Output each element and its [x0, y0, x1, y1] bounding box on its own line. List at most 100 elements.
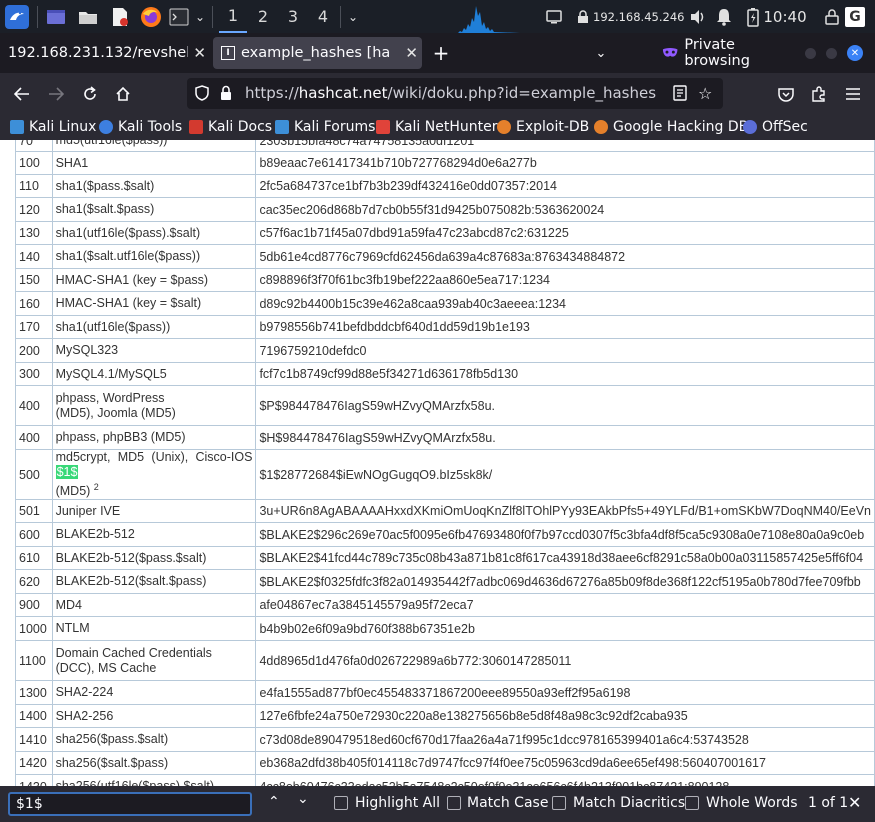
bookmark-kali-docs[interactable]: Kali Docs	[189, 117, 272, 137]
hash-name: NTLM	[51, 616, 257, 642]
hash-example: 5db61e4cd8776c7969cfd62456da639a4c87683a…	[255, 244, 875, 269]
private-browsing-indicator: Private browsing	[662, 37, 794, 69]
reload-icon[interactable]	[77, 81, 103, 107]
bookmark-google-hacking-db[interactable]: Google Hacking DB	[594, 117, 748, 137]
lock-screen-icon[interactable]	[822, 0, 842, 33]
hash-example: 4dd8965d1d476fa0d026722989a6b772:3060147…	[255, 640, 875, 682]
bookmark-kali-nethunter[interactable]: Kali NetHunter	[376, 117, 497, 137]
table-row: 110 sha1($pass.$salt) 2fc5a684737ce1bf7b3b…	[15, 174, 875, 198]
bookmark-kali-linux[interactable]: Kali Linux	[10, 117, 96, 137]
close-icon[interactable]: ✕	[405, 44, 418, 62]
chevron-down-icon[interactable]: ⌄	[345, 0, 361, 33]
volume-icon[interactable]	[687, 0, 709, 33]
table-row: 400 phpass, WordPress (MD5), Joomla (MD5)…	[15, 385, 875, 426]
battery-icon[interactable]	[743, 0, 763, 33]
top-panel: ⌄ 1 2 3 4 ⌄ 192.168.45.246 10:40 G	[0, 0, 875, 33]
forward-arrow-icon[interactable]	[43, 81, 69, 107]
tab-example-hashes[interactable]: I example_hashes [hashcat wiki] ✕	[213, 37, 422, 69]
back-arrow-icon[interactable]	[9, 81, 35, 107]
table-row: 500 md5crypt, MD5 (Unix), Cisco-IOS $1$ …	[15, 448, 875, 501]
hash-mode: 150	[15, 268, 53, 292]
workspace-3[interactable]: 3	[279, 0, 307, 33]
hash-example: $BLAKE2$296c269e70ac5f0095e6fb47693480f0…	[255, 522, 875, 548]
workspace-2[interactable]: 2	[249, 0, 277, 33]
hash-mode: 130	[15, 221, 53, 245]
hash-mode: 160	[15, 291, 53, 316]
firefox-icon[interactable]	[138, 0, 164, 33]
footnote-link[interactable]: 2	[94, 482, 99, 492]
text-editor-icon[interactable]	[108, 0, 132, 33]
match-diacritics-checkbox[interactable]	[552, 796, 566, 810]
home-icon[interactable]	[110, 81, 136, 107]
url-bar[interactable]: https://hashcat.net/wiki/doku.php?id=exa…	[187, 78, 723, 109]
hash-example: c898896f3f70f61bc3fb19bef222aa860e5ea717…	[255, 268, 875, 292]
hash-example: e4fa1555ad877bf0ec455483371867200eee8955…	[255, 680, 875, 706]
hash-mode: 1430	[15, 774, 53, 786]
chevron-down-icon[interactable]: ⌄	[192, 0, 208, 33]
url-text[interactable]: https://hashcat.net/wiki/doku.php?id=exa…	[245, 84, 656, 102]
hash-name-line: md5crypt, MD5 (Unix), Cisco-IOS $1$	[55, 450, 253, 479]
hash-name: sha1($salt.utf16le($pass))	[51, 244, 257, 269]
find-bar: ⌃ ⌄ Highlight All Match Case Match Diacr…	[0, 786, 875, 822]
show-desktop-icon[interactable]	[44, 0, 68, 33]
hash-example: afe04867ec7a3845145579a95f72eca7	[255, 593, 875, 618]
url-prefix: https://	[245, 84, 299, 102]
bookmark-star-icon[interactable]: ☆	[698, 84, 712, 103]
power-menu[interactable]: G	[845, 0, 875, 33]
workspace-4[interactable]: 4	[309, 0, 337, 33]
match-case-label[interactable]: Match Case	[467, 795, 548, 811]
lock-icon[interactable]	[220, 85, 232, 105]
hash-name: sha256($salt.$pass)	[51, 751, 257, 776]
bookmark-kali-tools[interactable]: Kali Tools	[99, 117, 182, 137]
close-find-bar-icon[interactable]: ✕	[848, 793, 861, 812]
whole-words-label[interactable]: Whole Words	[706, 795, 798, 811]
hash-mode: 1000	[15, 616, 53, 642]
workspace-1[interactable]: 1	[219, 0, 247, 33]
maximize-button[interactable]	[824, 37, 838, 69]
highlight-all-checkbox[interactable]	[334, 796, 348, 810]
bookmark-exploit-db[interactable]: Exploit-DB	[497, 117, 589, 137]
whole-words-checkbox[interactable]	[685, 796, 699, 810]
highlight-all-label[interactable]: Highlight All	[355, 795, 440, 811]
hash-mode: 200	[15, 338, 53, 363]
hash-name: MD4	[51, 593, 257, 618]
table-row: 1430 sha256(utf16le($pass).$salt) 4cc8eb…	[15, 774, 875, 786]
notification-bell-icon[interactable]	[713, 0, 735, 33]
hash-mode: 300	[15, 362, 53, 386]
find-next-chevron-icon[interactable]: ⌄	[297, 791, 309, 807]
table-row: 130 sha1(utf16le($pass).$salt) c57f6ac1b71…	[15, 221, 875, 245]
tab-revshell[interactable]: 192.168.231.132/revshell.php ✕	[2, 37, 210, 69]
reader-view-icon[interactable]	[673, 85, 687, 105]
hamburger-menu-icon[interactable]	[840, 81, 866, 107]
hash-example: $BLAKE2$f0325fdfc3f82a014935442f7adbc069…	[255, 569, 875, 595]
hash-name: sha256($pass.$salt)	[51, 727, 257, 753]
hash-name: Domain Cached Credentials (DCC), MS Cach…	[51, 640, 257, 682]
find-input[interactable]	[8, 792, 252, 816]
match-case-checkbox[interactable]	[447, 796, 461, 810]
list-all-tabs-chevron-icon[interactable]: ⌄	[588, 37, 614, 69]
bookmark-kali-forums[interactable]: Kali Forums	[275, 117, 375, 137]
window-close-button[interactable]: ✕	[845, 37, 865, 69]
extensions-puzzle-icon[interactable]	[806, 81, 832, 107]
match-diacritics-label[interactable]: Match Diacritics	[573, 795, 685, 811]
shield-icon[interactable]	[195, 85, 209, 105]
file-manager-icon[interactable]	[76, 0, 100, 33]
hash-mode: 900	[15, 593, 53, 618]
hash-mode: 110	[15, 174, 53, 198]
table-row: 1000 NTLM b4b9b02e6f09a9bd760f388b67351e2b	[15, 616, 875, 642]
close-icon[interactable]: ✕	[193, 44, 206, 62]
bookmark-offsec[interactable]: OffSec	[743, 117, 808, 137]
minimize-button[interactable]	[803, 37, 817, 69]
screen-icon[interactable]	[545, 0, 563, 33]
pocket-icon[interactable]	[773, 81, 799, 107]
hash-mode: 1410	[15, 727, 53, 753]
hash-example: b9798556b741befdbddcbf640d1dd59d19b1e193	[255, 315, 875, 339]
clock[interactable]: 10:40	[763, 0, 806, 33]
hash-mode: 120	[15, 197, 53, 222]
kali-tools-icon	[99, 120, 113, 134]
find-previous-chevron-icon[interactable]: ⌃	[268, 794, 280, 810]
new-tab-plus-icon[interactable]: +	[428, 37, 454, 69]
terminal-icon[interactable]	[167, 0, 191, 33]
kali-menu-icon[interactable]	[2, 0, 32, 33]
hash-name: phpass, WordPress (MD5), Joomla (MD5)	[51, 385, 257, 426]
